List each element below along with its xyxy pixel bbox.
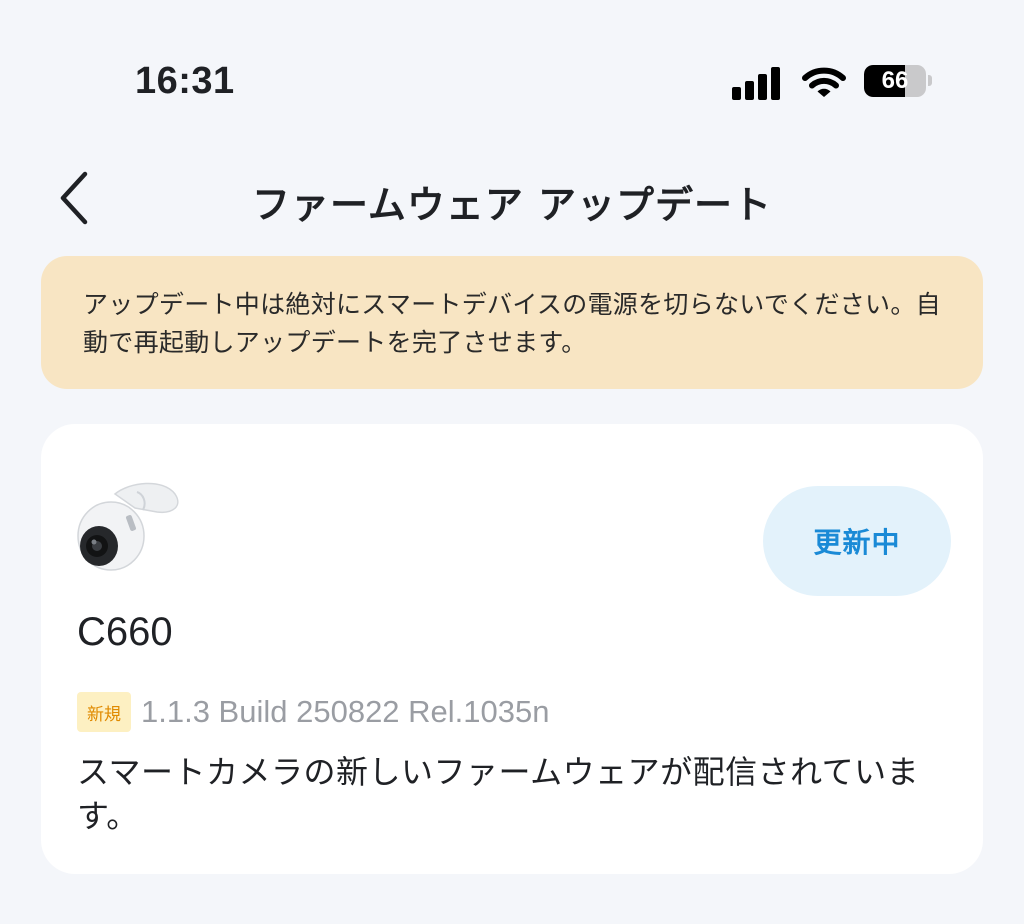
camera-icon [77,482,179,571]
device-model: C660 [77,610,173,654]
warning-text: アップデート中は絶対にスマートデバイスの電源を切らないでください。自動で再起動し… [83,290,941,357]
wifi-icon [802,67,846,97]
new-badge: 新規 [77,692,131,732]
updating-status-button[interactable]: 更新中 [763,486,951,596]
device-card: 更新中 C660 新規 1.1.3 Build 250822 Rel.1035n… [41,424,983,874]
battery-icon: 66 [864,65,926,97]
firmware-version: 1.1.3 Build 250822 Rel.1035n [141,694,550,729]
battery-tip [928,75,932,86]
battery-level: 66 [881,67,909,94]
status-time: 16:31 [135,60,235,102]
page-title: ファームウェア アップデート [251,183,773,227]
warning-banner: アップデート中は絶対にスマートデバイスの電源を切らないでください。自動で再起動し… [41,256,983,389]
signal-icon [732,64,784,100]
firmware-description: スマートカメラの新しいファームウェアが配信されています。 [77,753,920,835]
